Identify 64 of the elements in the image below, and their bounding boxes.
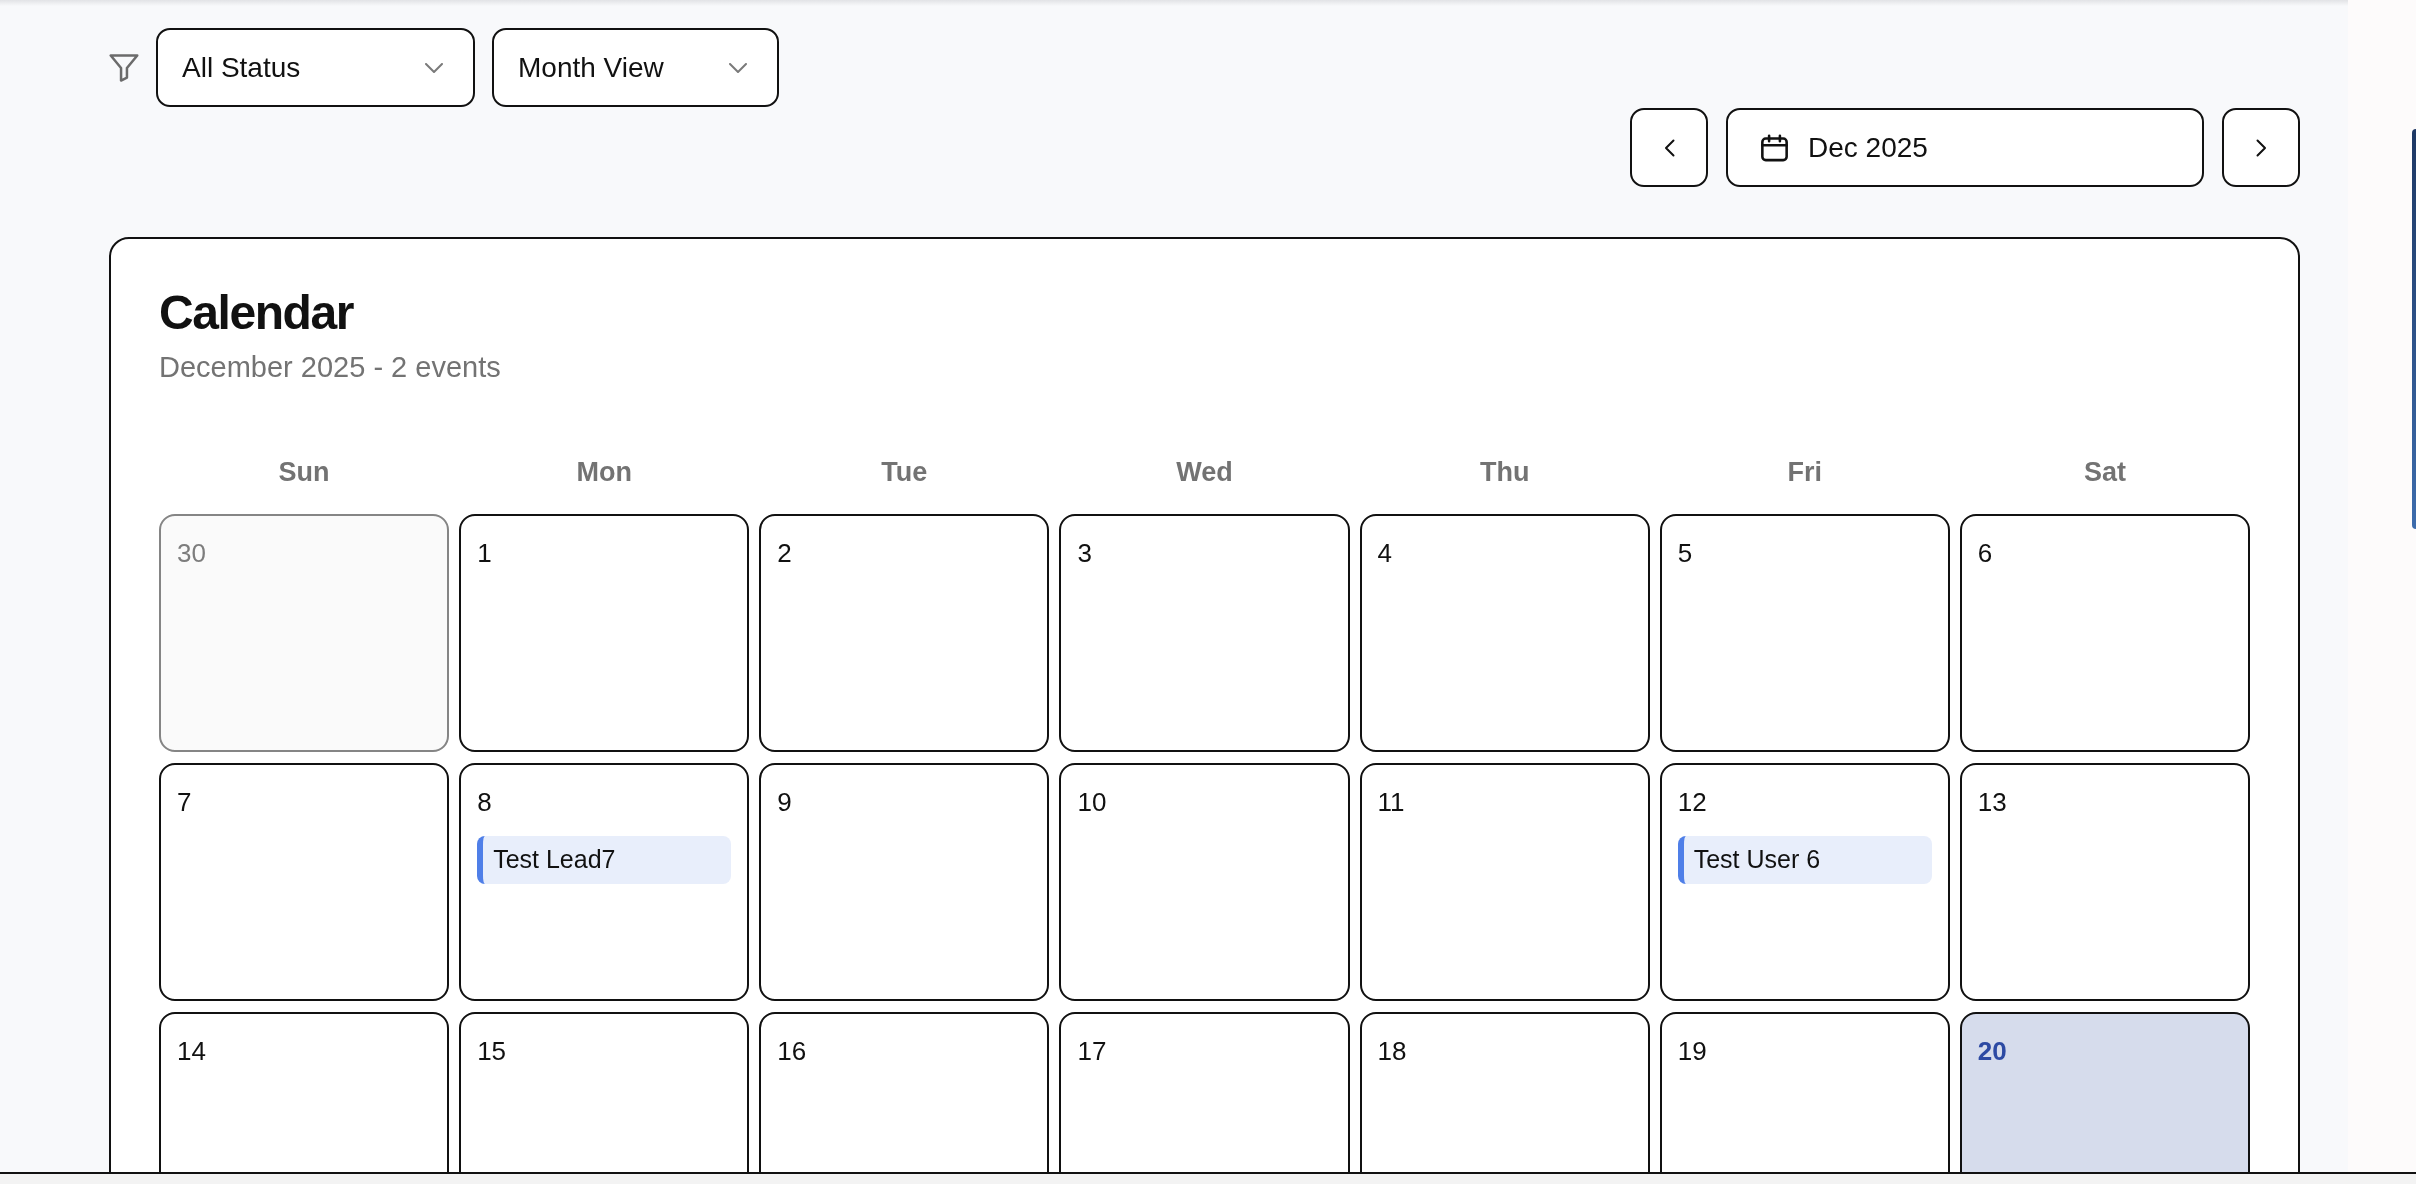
day-number: 12 <box>1677 789 1707 815</box>
day-number: 14 <box>177 1038 206 1064</box>
day-number: 20 <box>1977 1038 2007 1064</box>
chevron-down-icon <box>425 62 443 73</box>
day-number: 3 <box>1077 540 1092 566</box>
day-cell[interactable]: 20 <box>1959 1012 2250 1172</box>
day-number: 17 <box>1077 1038 1107 1064</box>
status-dropdown[interactable]: All Status <box>156 28 475 107</box>
weekday-header: Mon <box>576 459 632 486</box>
day-cell[interactable]: 6 <box>1959 514 2250 752</box>
day-number: 8 <box>477 789 492 815</box>
calendar-icon <box>1761 133 1788 162</box>
day-cell[interactable]: 18 <box>1359 1012 1650 1172</box>
day-cell[interactable]: 30 <box>159 514 450 752</box>
day-number: 11 <box>1377 789 1405 815</box>
day-number: 9 <box>777 789 792 815</box>
day-cell[interactable]: 13 <box>1959 763 2250 1001</box>
calendar-subtitle: December 2025 - 2 events <box>159 353 501 382</box>
day-number: 1 <box>477 540 492 566</box>
day-number: 10 <box>1077 789 1107 815</box>
chevron-right-icon <box>2255 138 2267 157</box>
weekday-header: Wed <box>1176 459 1233 486</box>
day-cell[interactable]: 9 <box>759 763 1050 1001</box>
view-dropdown[interactable]: Month View <box>492 28 779 107</box>
day-number: 5 <box>1677 540 1693 566</box>
day-cell[interactable]: 15 <box>459 1012 750 1172</box>
day-cell[interactable]: 12 Test User 6 <box>1659 763 1950 1001</box>
day-cell[interactable]: 10 <box>1059 763 1350 1001</box>
day-cell[interactable]: 14 <box>159 1012 450 1172</box>
day-cell[interactable]: 3 <box>1059 514 1350 752</box>
day-cell[interactable]: 4 <box>1359 514 1650 752</box>
next-month-button[interactable] <box>2222 108 2300 187</box>
event-chip[interactable]: Test Lead7 <box>477 836 732 884</box>
day-number: 2 <box>777 540 792 566</box>
day-number: 6 <box>1977 540 1993 566</box>
weekday-header: Fri <box>1787 459 1823 486</box>
day-cell[interactable]: 17 <box>1059 1012 1350 1172</box>
chevron-down-icon <box>729 62 747 73</box>
day-cell[interactable]: 16 <box>759 1012 1050 1172</box>
date-picker-button[interactable]: Dec 2025 <box>1726 108 2204 187</box>
day-number: 30 <box>177 540 206 566</box>
day-cell[interactable]: 2 <box>759 514 1050 752</box>
day-cell[interactable]: 8 Test Lead7 <box>459 763 750 1001</box>
weekday-header: Tue <box>881 459 928 486</box>
weekday-header: Thu <box>1479 459 1530 486</box>
day-number: 7 <box>177 789 192 815</box>
weekday-header: Sun <box>278 459 330 486</box>
day-cell[interactable]: 19 <box>1659 1012 1950 1172</box>
day-number: 4 <box>1377 540 1393 566</box>
day-cell[interactable]: 7 <box>159 763 450 1001</box>
chevron-left-icon <box>1663 138 1675 157</box>
day-number: 19 <box>1677 1038 1707 1064</box>
day-cell[interactable]: 5 <box>1659 514 1950 752</box>
day-number: 13 <box>1977 789 2007 815</box>
weekday-header: Sat <box>2083 459 2126 486</box>
calendar-title: Calendar <box>159 289 353 337</box>
event-chip[interactable]: Test User 6 <box>1677 836 1932 884</box>
day-number: 16 <box>777 1038 807 1064</box>
day-number: 15 <box>477 1038 507 1064</box>
filter-icon <box>109 53 139 82</box>
day-cell[interactable]: 11 <box>1359 763 1650 1001</box>
previous-month-button[interactable] <box>1630 108 1708 187</box>
day-number: 18 <box>1377 1038 1407 1064</box>
day-cell[interactable]: 1 <box>459 514 750 752</box>
